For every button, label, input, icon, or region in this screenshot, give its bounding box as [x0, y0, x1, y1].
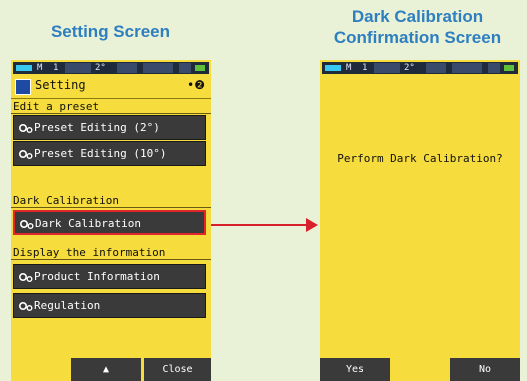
status-memory: M: [37, 63, 43, 73]
gear-icon: [18, 150, 33, 159]
status-angle: 2°: [404, 63, 415, 73]
arrow-head-icon: [306, 218, 318, 232]
status-angle: 2°: [95, 63, 106, 73]
signal-icon: [504, 65, 514, 71]
close-button[interactable]: Close: [144, 358, 211, 381]
setting-screen-device: M 1 2° Setting •❷ Edit a preset Preset E…: [11, 60, 211, 381]
confirmation-screen-device: M 1 2° Perform Dark Calibration? Yes No: [320, 60, 520, 381]
confirmation-caption-line2: Confirmation Screen: [333, 28, 502, 47]
section-display-information: Display the information: [11, 246, 211, 260]
yes-button[interactable]: Yes: [320, 358, 390, 381]
dark-calibration-button[interactable]: Dark Calibration: [13, 210, 206, 235]
status-bar: M 1 2°: [13, 62, 209, 74]
button-label: Dark Calibration: [35, 217, 141, 230]
gear-icon: [18, 302, 33, 311]
status-bar: M 1 2°: [322, 62, 518, 74]
page-indicator: •❷: [187, 78, 205, 92]
confirmation-caption-line1: Dark Calibration: [351, 7, 484, 26]
button-label: Regulation: [34, 299, 101, 312]
setting-screen-caption: Setting Screen: [50, 22, 171, 41]
preset-editing-2-button[interactable]: Preset Editing (2°): [13, 115, 206, 140]
confirm-message: Perform Dark Calibration?: [337, 152, 503, 165]
gear-icon: [19, 220, 34, 229]
title-bar: Setting •❷: [11, 76, 211, 99]
bottom-bar: ▲ Close: [11, 357, 211, 381]
signal-icon: [195, 65, 205, 71]
preset-editing-10-button[interactable]: Preset Editing (10°): [13, 141, 206, 166]
setting-icon: [15, 79, 31, 95]
no-button[interactable]: No: [450, 358, 520, 381]
section-edit-preset: Edit a preset: [11, 100, 211, 114]
battery-icon: [325, 65, 341, 71]
confirmation-screen-caption: Dark Calibration Confirmation Screen: [310, 6, 525, 48]
status-memory: M: [346, 63, 352, 73]
button-label: Preset Editing (2°): [34, 121, 160, 134]
gear-icon: [18, 124, 33, 133]
button-label: Product Information: [34, 270, 160, 283]
section-dark-calibration: Dark Calibration: [11, 194, 211, 208]
transition-arrow: [211, 224, 307, 226]
regulation-button[interactable]: Regulation: [13, 293, 206, 318]
bottom-bar: Yes No: [320, 357, 520, 381]
button-label: Preset Editing (10°): [34, 147, 167, 160]
scroll-up-button[interactable]: ▲: [71, 358, 141, 381]
status-channel: 1: [53, 63, 59, 73]
page-title: Setting: [35, 78, 86, 92]
product-information-button[interactable]: Product Information: [13, 264, 206, 289]
gear-icon: [18, 273, 33, 282]
status-channel: 1: [362, 63, 368, 73]
battery-icon: [16, 65, 32, 71]
